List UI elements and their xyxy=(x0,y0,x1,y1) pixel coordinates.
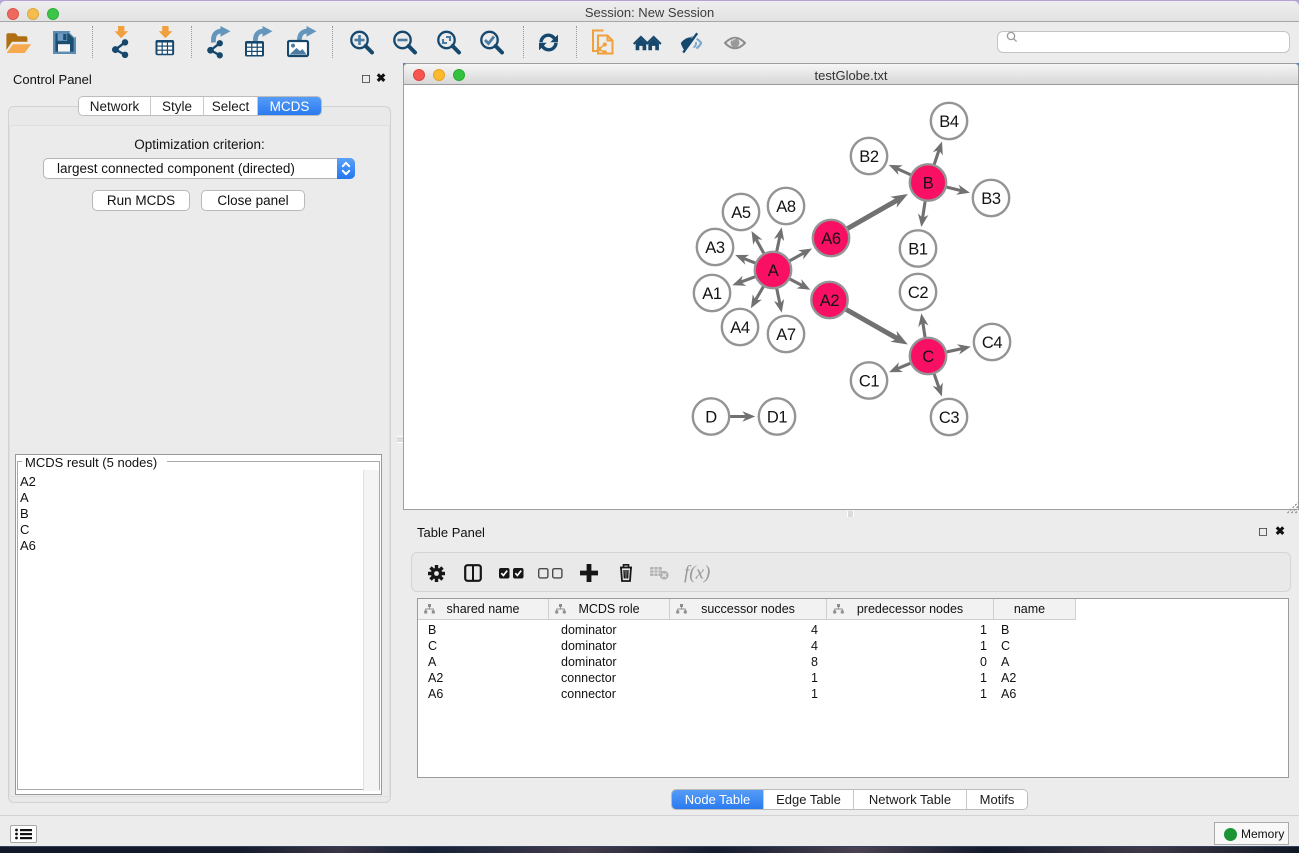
svg-text:B3: B3 xyxy=(981,190,1001,208)
svg-text:A5: A5 xyxy=(731,204,751,222)
svg-text:A: A xyxy=(768,262,779,280)
svg-text:C2: C2 xyxy=(908,284,929,302)
svg-text:B2: B2 xyxy=(859,148,879,166)
svg-text:A1: A1 xyxy=(702,285,722,303)
svg-text:C4: C4 xyxy=(982,334,1003,352)
svg-text:A3: A3 xyxy=(705,239,725,257)
svg-text:D: D xyxy=(705,409,717,427)
svg-text:A6: A6 xyxy=(821,230,841,248)
svg-text:C3: C3 xyxy=(939,409,960,427)
svg-text:A7: A7 xyxy=(776,326,796,344)
svg-text:f(x): f(x) xyxy=(684,563,710,584)
svg-text:A8: A8 xyxy=(776,198,796,216)
svg-text:D1: D1 xyxy=(767,409,788,427)
svg-text:B: B xyxy=(923,175,934,193)
svg-text:C: C xyxy=(922,348,934,366)
svg-text:C1: C1 xyxy=(859,373,880,391)
svg-text:B4: B4 xyxy=(939,113,959,131)
svg-text:B1: B1 xyxy=(908,241,928,259)
svg-text:A4: A4 xyxy=(730,319,750,337)
svg-text:A2: A2 xyxy=(820,292,840,310)
